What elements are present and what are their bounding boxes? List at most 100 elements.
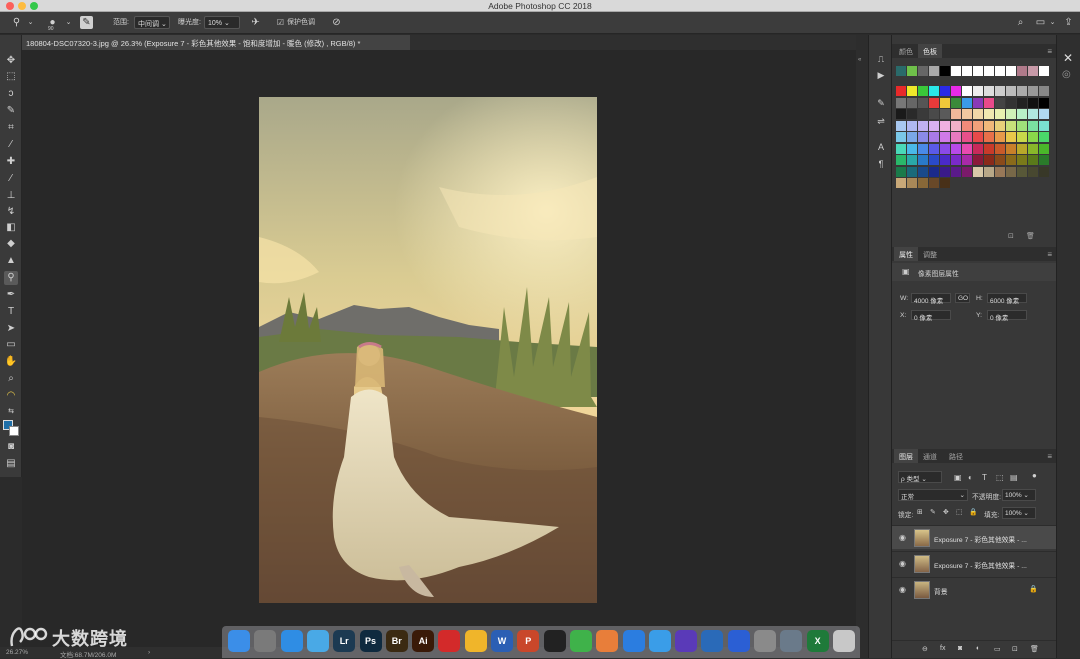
- color-swatch[interactable]: [995, 120, 1005, 131]
- tab-layers[interactable]: 图层: [894, 449, 918, 463]
- color-swatch[interactable]: [1039, 66, 1049, 76]
- layer-style-icon[interactable]: fx: [940, 645, 945, 652]
- eyedropper-tool-icon[interactable]: ⁄: [4, 138, 18, 152]
- color-swatch[interactable]: [995, 132, 1005, 142]
- color-swatch[interactable]: [995, 143, 1005, 154]
- color-swatch[interactable]: [1017, 132, 1027, 142]
- color-swatch[interactable]: [1006, 132, 1016, 142]
- color-swatch[interactable]: [1017, 120, 1027, 131]
- screen-mode-icon[interactable]: ▤: [4, 457, 18, 471]
- filter-adjustment-icon[interactable]: ◐: [968, 473, 973, 482]
- color-swatch[interactable]: [962, 166, 972, 177]
- filter-smart-object-icon[interactable]: ▤: [1010, 473, 1018, 482]
- color-swatch[interactable]: [1028, 66, 1038, 76]
- add-mask-icon[interactable]: ◙: [958, 645, 962, 652]
- chevron-down-icon[interactable]: ⌄: [24, 16, 37, 29]
- path-selection-tool-icon[interactable]: ➤: [4, 322, 18, 336]
- color-swatch[interactable]: [918, 97, 928, 108]
- color-swatch[interactable]: [1017, 109, 1027, 119]
- color-swatch[interactable]: [951, 97, 961, 108]
- color-swatch[interactable]: [951, 155, 961, 165]
- color-swatch[interactable]: [1039, 132, 1049, 142]
- color-swatch[interactable]: [918, 143, 928, 154]
- filter-shape-icon[interactable]: ⬚: [996, 473, 1004, 482]
- tab-paths[interactable]: 路径: [944, 449, 968, 463]
- color-swatch[interactable]: [1028, 155, 1038, 165]
- width-field[interactable]: 4000 像素: [911, 293, 951, 305]
- eraser-tool-icon[interactable]: ◧: [4, 221, 18, 235]
- dock-app-icon[interactable]: [228, 630, 250, 652]
- color-swatch[interactable]: [1017, 66, 1027, 76]
- color-swatch[interactable]: [1039, 155, 1049, 165]
- dock-app-icon[interactable]: X: [806, 630, 829, 652]
- color-swatch[interactable]: [896, 86, 906, 96]
- link-dimensions-button[interactable]: GO: [955, 293, 970, 303]
- layer-row[interactable]: ◉ 背景 🔒: [892, 577, 1056, 601]
- color-swatch[interactable]: [973, 97, 983, 108]
- color-swatch[interactable]: [940, 178, 950, 188]
- color-swatch[interactable]: [907, 178, 917, 188]
- color-swatch[interactable]: [918, 86, 928, 96]
- color-swatch[interactable]: [1017, 97, 1027, 108]
- color-swatch[interactable]: [1039, 109, 1049, 119]
- color-swatch[interactable]: [918, 178, 928, 188]
- range-select[interactable]: 中间调 ⌄: [134, 16, 170, 29]
- eye-icon[interactable]: ◉: [899, 585, 906, 594]
- color-swatch[interactable]: [1039, 143, 1049, 154]
- filter-toggle-icon[interactable]: ●: [1032, 471, 1037, 480]
- color-swatch[interactable]: [1006, 120, 1016, 131]
- color-swatch[interactable]: [995, 109, 1005, 119]
- protect-tones-checkbox[interactable]: ☑: [274, 16, 287, 29]
- color-swatch[interactable]: [962, 86, 972, 96]
- color-swatch[interactable]: [929, 178, 939, 188]
- lock-position-icon[interactable]: ✥: [943, 508, 949, 516]
- dock-app-icon[interactable]: Ps: [359, 630, 382, 652]
- close-icon[interactable]: ✕: [1063, 51, 1073, 65]
- color-swatch[interactable]: [929, 166, 939, 177]
- color-swatch[interactable]: [896, 178, 906, 188]
- color-swatch[interactable]: [1006, 66, 1016, 76]
- blur-tool-icon[interactable]: ▲: [4, 254, 18, 268]
- dock-app-icon[interactable]: [596, 630, 619, 652]
- layer-filter-select[interactable]: ρ 类型 ⌄: [898, 471, 942, 483]
- quick-mask-icon[interactable]: ◙: [4, 440, 18, 454]
- history-panel-icon[interactable]: ⎍: [875, 53, 887, 65]
- share-icon[interactable]: ⇪: [1062, 16, 1075, 29]
- color-swatch[interactable]: [940, 66, 950, 76]
- pen-tool-icon[interactable]: ✒: [4, 288, 18, 302]
- adjustments-panel-icon[interactable]: ⇌: [875, 115, 887, 127]
- dock-app-icon[interactable]: [280, 630, 303, 652]
- color-swatch[interactable]: [918, 109, 928, 119]
- color-swatch[interactable]: [951, 109, 961, 119]
- color-swatch[interactable]: [1028, 143, 1038, 154]
- color-swatch[interactable]: [896, 143, 906, 154]
- color-swatch[interactable]: [1039, 166, 1049, 177]
- lock-transparent-icon[interactable]: ⊞: [917, 508, 923, 516]
- color-swatch[interactable]: [962, 66, 972, 76]
- eye-icon[interactable]: ◉: [899, 559, 906, 568]
- chevron-down-icon[interactable]: ⌄: [62, 16, 75, 29]
- color-swatch[interactable]: [918, 155, 928, 165]
- character-panel-icon[interactable]: A: [875, 141, 887, 153]
- color-swatch[interactable]: [940, 86, 950, 96]
- layer-row[interactable]: ◉ Exposure 7 - 彩色其他效果 - ...: [892, 551, 1056, 575]
- color-swatch[interactable]: [1039, 120, 1049, 131]
- dodge-tool-icon[interactable]: ⚲: [4, 271, 18, 285]
- color-swatch[interactable]: [929, 97, 939, 108]
- color-swatch[interactable]: [1006, 155, 1016, 165]
- color-swatch[interactable]: [896, 155, 906, 165]
- dock-app-icon[interactable]: [780, 630, 803, 652]
- hand-tool-icon[interactable]: ✋: [4, 355, 18, 369]
- color-swatch[interactable]: [951, 166, 961, 177]
- color-swatch[interactable]: [1028, 86, 1038, 96]
- dock-app-icon[interactable]: [727, 630, 750, 652]
- color-swatch[interactable]: [907, 132, 917, 142]
- blend-mode-select[interactable]: 正常 ⌄: [898, 489, 968, 501]
- tab-adjustments[interactable]: 调整: [918, 247, 942, 261]
- color-swatch[interactable]: [962, 155, 972, 165]
- dock-app-icon[interactable]: Ai: [412, 630, 435, 652]
- color-swatch[interactable]: [962, 97, 972, 108]
- color-swatch[interactable]: [940, 155, 950, 165]
- airbrush-icon[interactable]: ✈: [249, 16, 262, 29]
- dock-app-icon[interactable]: [754, 630, 776, 652]
